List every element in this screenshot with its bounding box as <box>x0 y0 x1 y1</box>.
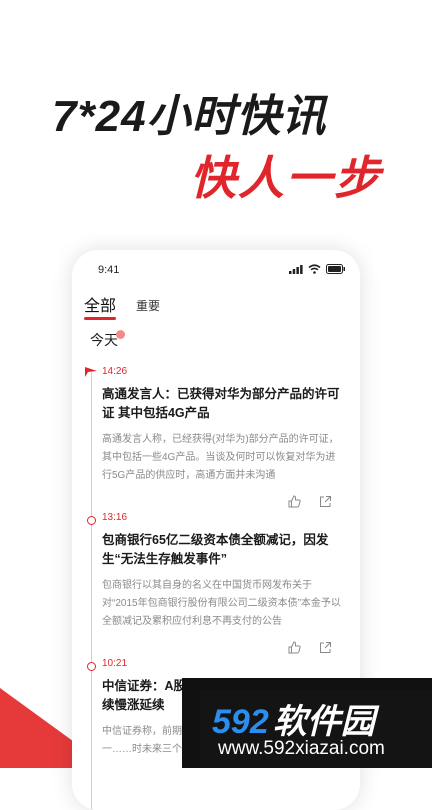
status-bar: 9:41 <box>72 250 360 290</box>
timeline-flag-icon <box>85 367 97 377</box>
thumbs-up-icon[interactable] <box>288 495 301 508</box>
news-item[interactable]: 13:16 包商银行65亿二级资本债全额减记，因发生“无法生存触发事件” 包商银… <box>102 512 342 654</box>
tab-active-underline <box>84 317 116 320</box>
watermark: 592 软件园 www.592xiazai.com <box>200 690 432 768</box>
timeline-line <box>91 372 92 810</box>
tab-all-label: 全部 <box>84 298 117 315</box>
battery-icon <box>326 264 345 274</box>
news-actions <box>102 495 342 508</box>
status-time: 9:41 <box>98 264 120 276</box>
timeline-dot <box>87 516 96 525</box>
tab-all[interactable]: 全部 <box>84 292 116 320</box>
watermark-logo-number: 592 <box>212 703 269 741</box>
signal-icon <box>289 264 303 274</box>
date-dot <box>116 330 125 339</box>
news-actions <box>102 641 342 654</box>
tab-important[interactable]: 重要 <box>136 297 160 320</box>
news-title[interactable]: 高通发言人：已获得对华为部分产品的许可证 其中包括4G产品 <box>102 385 342 423</box>
wifi-icon <box>308 264 321 274</box>
timeline-dot <box>87 662 96 671</box>
tab-bar: 全部 重要 <box>84 292 160 320</box>
thumbs-up-icon[interactable] <box>288 641 301 654</box>
watermark-logo: 592 软件园 <box>212 694 375 743</box>
news-time: 13:16 <box>102 512 128 523</box>
status-icons <box>289 264 346 274</box>
news-item[interactable]: 14:26 高通发言人：已获得对华为部分产品的许可证 其中包括4G产品 高通发言… <box>102 366 342 508</box>
date-label: 今天 <box>90 332 118 348</box>
promo-headline: 7*24小时快讯 <box>52 92 327 141</box>
promo-subline: 快人一步 <box>190 152 382 204</box>
share-icon[interactable] <box>319 495 332 508</box>
news-time: 14:26 <box>102 366 128 377</box>
news-body: 包商银行以其自身的名义在中国货币网发布关于对“2015年包商银行股份有限公司二级… <box>102 580 341 627</box>
watermark-url: www.592xiazai.com <box>218 738 385 759</box>
watermark-logo-text: 软件园 <box>272 703 375 741</box>
share-icon[interactable] <box>319 641 332 654</box>
news-body: 高通发言人称，已经获得(对华为)部分产品的许可证，其中包括一些4G产品。当谈及何… <box>102 434 339 481</box>
news-time: 10:21 <box>102 658 128 669</box>
news-title[interactable]: 包商银行65亿二级资本债全额减记，因发生“无法生存触发事件” <box>102 531 342 569</box>
